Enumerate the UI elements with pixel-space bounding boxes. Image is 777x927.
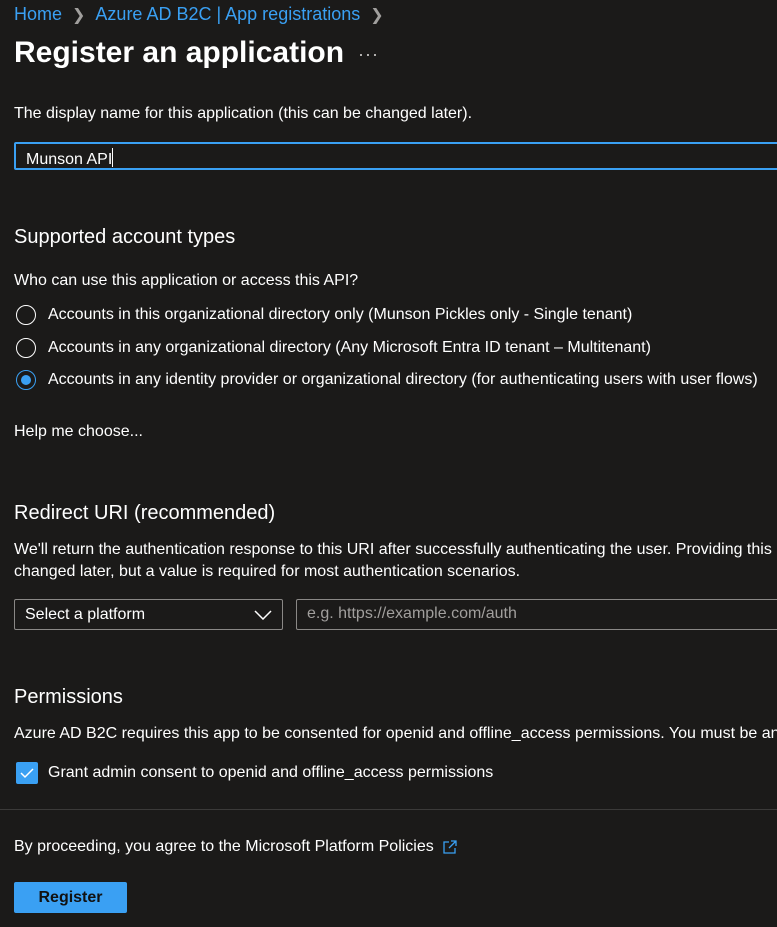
radio-button[interactable]	[16, 338, 36, 358]
breadcrumb-app-registrations[interactable]: Azure AD B2C | App registrations	[95, 4, 360, 25]
policy-link-text: By proceeding, you agree to the Microsof…	[14, 838, 434, 855]
divider	[0, 809, 777, 810]
radio-multitenant[interactable]: Accounts in any organizational directory…	[16, 338, 651, 358]
redirect-uri-input[interactable]: e.g. https://example.com/auth	[296, 599, 777, 630]
checkmark-icon	[20, 768, 34, 779]
radio-button[interactable]	[16, 370, 36, 390]
radio-button[interactable]	[16, 305, 36, 325]
chevron-right-icon: ❯	[370, 6, 384, 24]
redirect-desc-line1: We'll return the authentication response…	[14, 541, 772, 558]
radio-single-tenant[interactable]: Accounts in this organizational director…	[16, 305, 632, 325]
display-name-value: Munson API	[26, 151, 113, 168]
permissions-desc: Azure AD B2C requires this app to be con…	[14, 725, 777, 742]
display-name-input[interactable]: Munson API	[14, 142, 777, 170]
ellipsis-icon[interactable]: ···	[358, 44, 379, 65]
radio-label: Accounts in this organizational director…	[48, 306, 633, 323]
account-types-question: Who can use this application or access t…	[14, 272, 359, 289]
redirect-uri-heading: Redirect URI (recommended)	[14, 502, 276, 524]
chevron-right-icon: ❯	[72, 6, 86, 24]
grant-consent-label: Grant admin consent to openid and offlin…	[48, 764, 494, 781]
radio-label: Accounts in any organizational directory…	[48, 339, 651, 356]
radio-any-identity-provider[interactable]: Accounts in any identity provider or org…	[16, 370, 758, 390]
breadcrumb-home[interactable]: Home	[14, 4, 62, 25]
grant-consent-checkbox[interactable]	[16, 762, 38, 784]
permissions-heading: Permissions	[14, 686, 123, 708]
external-link-icon	[443, 840, 457, 854]
page-title: Register an application	[14, 36, 345, 69]
register-button[interactable]: Register	[14, 882, 127, 913]
platform-select[interactable]: Select a platform	[14, 599, 283, 630]
platform-policies-link[interactable]: By proceeding, you agree to the Microsof…	[14, 838, 458, 856]
radio-label: Accounts in any identity provider or org…	[48, 371, 758, 388]
platform-select-value: Select a platform	[25, 605, 146, 623]
display-name-label: The display name for this application (t…	[14, 105, 473, 122]
account-types-heading: Supported account types	[14, 226, 236, 248]
breadcrumb: Home ❯ Azure AD B2C | App registrations …	[14, 4, 384, 25]
chevron-down-icon	[254, 609, 272, 620]
redirect-desc-line2: changed later, but a value is required f…	[14, 563, 521, 580]
help-me-choose-link[interactable]: Help me choose...	[14, 423, 143, 441]
